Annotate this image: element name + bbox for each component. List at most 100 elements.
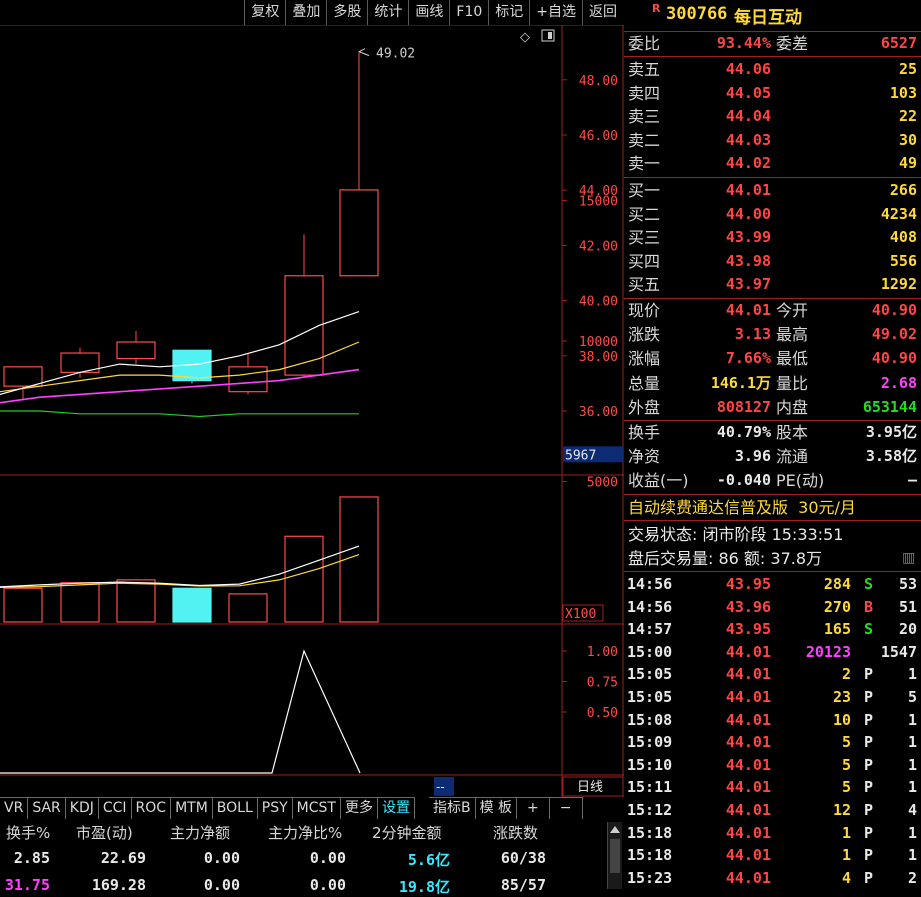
tick-count: 4: [907, 801, 917, 819]
kline-chart[interactable]: 48.0046.0044.0042.0040.0038.0036.00◇49.0…: [0, 25, 624, 797]
table-header[interactable]: 涨跌数: [493, 822, 538, 843]
panel-separator: [624, 571, 921, 572]
table-cell: 169.28: [91, 876, 146, 894]
weibi-row: 委比 93.44% 委差 6527: [624, 32, 921, 55]
sell-price[interactable]: 44.06: [726, 58, 771, 81]
tick-volume: 4: [841, 868, 851, 887]
volume-bar: [228, 593, 268, 623]
tick-count: 1: [907, 755, 917, 774]
table-cell: 60/38: [500, 849, 546, 867]
toolbar-btn-0[interactable]: 复权: [244, 0, 285, 25]
indicator-tab-2[interactable]: KDJ: [65, 797, 99, 819]
tick-time: 15:18: [627, 846, 673, 865]
tick-side: P: [864, 733, 874, 752]
tick-volume: 1: [841, 846, 851, 865]
indicator-tab-12[interactable]: 模 板: [475, 797, 518, 819]
fund-value-2: —: [907, 471, 917, 489]
tick-row: 15:23 44.01 4 P 2: [624, 867, 921, 890]
price-tick-label: 40.00: [579, 295, 618, 310]
sell-level-label: 卖四: [628, 83, 661, 103]
indicator-tab-3[interactable]: CCI: [98, 797, 132, 819]
buy-price[interactable]: 43.98: [726, 250, 771, 273]
stock-header: R 300766 每日互动: [624, 0, 921, 30]
tick-time: 15:08: [627, 710, 673, 729]
toolbar-btn-4[interactable]: 画线: [408, 0, 449, 25]
buy-level-row: 买一 44.01 266: [624, 179, 921, 202]
tick-side: P: [864, 846, 874, 865]
indicator-tab-10[interactable]: 设置: [377, 797, 415, 819]
tick-count: 1: [907, 846, 917, 865]
toolbar-btn-2[interactable]: 多股: [326, 0, 367, 25]
buy-level-label: 买三: [628, 228, 661, 247]
buy-volume: 408: [889, 228, 917, 246]
indicator-tab-8[interactable]: MCST: [292, 797, 341, 819]
table-header[interactable]: 主力净比%: [268, 822, 342, 843]
tick-row: 15:10 44.01 5 P 1: [624, 754, 921, 777]
tick-count: 1: [907, 665, 917, 684]
toolbar-btn-8[interactable]: 返回: [582, 0, 623, 25]
indicator-tab-14[interactable]: −: [549, 797, 583, 819]
volume-bar: [284, 535, 324, 623]
buy-price[interactable]: 43.97: [726, 273, 771, 296]
promo-text[interactable]: 自动续费通达信普及版 30元/月: [628, 496, 856, 519]
toolbar-btn-1[interactable]: 叠加: [285, 0, 326, 25]
buy-price[interactable]: 44.00: [726, 203, 771, 226]
buy-price[interactable]: 44.01: [726, 179, 771, 202]
chart-icon[interactable]: ▥: [902, 548, 915, 568]
after-hours-volume: 盘后交易量: 86 额: 37.8万: [628, 549, 823, 568]
toolbar-btn-7[interactable]: +自选: [529, 0, 582, 25]
tick-price: 44.01: [725, 778, 771, 797]
diamond-icon[interactable]: ◇: [520, 30, 530, 45]
after-hours-row: 盘后交易量: 86 额: 37.8万 ▥: [624, 547, 921, 570]
sell-price[interactable]: 44.05: [726, 82, 771, 105]
table-header[interactable]: 2分钟金额: [372, 822, 442, 843]
indicator-tab-0[interactable]: VR: [0, 797, 29, 819]
weicha-label: 委差: [776, 34, 809, 53]
indicator-tab-9[interactable]: 更多: [340, 797, 378, 819]
tick-time: 14:56: [627, 575, 673, 593]
fund-label-2: 股本: [776, 423, 809, 442]
price-tick-label: 36.00: [579, 405, 618, 420]
tick-side: P: [864, 688, 874, 706]
sell-price[interactable]: 44.03: [726, 129, 771, 152]
indicator-tab-5[interactable]: MTM: [171, 797, 213, 819]
indicator-tab-11[interactable]: 指标B: [428, 797, 476, 819]
panel-separator: [624, 177, 921, 178]
volume-tick-label: 15000: [579, 195, 618, 210]
tick-time: 15:23: [627, 868, 673, 887]
toolbar-btn-5[interactable]: F10: [449, 0, 488, 25]
toolbar-btn-6[interactable]: 标记: [488, 0, 529, 25]
price-tick-label: 48.00: [579, 74, 618, 89]
toolbar-btn-3[interactable]: 统计: [367, 0, 408, 25]
promo-row[interactable]: 自动续费通达信普及版 30元/月: [624, 496, 921, 519]
fund-label-2: PE(动): [776, 471, 825, 490]
table-header[interactable]: 市盈(动): [76, 822, 133, 843]
indicator-tab-13[interactable]: +: [517, 797, 550, 819]
tick-row: 15:08 44.01 10 P 1: [624, 709, 921, 732]
table-header[interactable]: 换手%: [6, 822, 50, 843]
scroll-up-icon[interactable]: [610, 826, 620, 833]
sell-price[interactable]: 44.02: [726, 152, 771, 175]
quote-value: 7.66%: [725, 349, 771, 368]
sell-level-row: 卖二 44.03 30: [624, 129, 921, 152]
indicator-tick-label: 0.50: [587, 706, 618, 721]
high-marker: [358, 48, 370, 57]
tick-volume: 23: [832, 688, 851, 706]
candle-body: [228, 366, 268, 393]
scroll-thumb[interactable]: [610, 839, 620, 873]
stock-name: 每日互动: [734, 8, 802, 28]
tick-volume: 20123: [805, 642, 851, 661]
indicator-tab-6[interactable]: BOLL: [212, 797, 258, 819]
tick-count: 1: [907, 710, 917, 729]
fund-label: 净资: [628, 447, 661, 466]
indicator-tab-1[interactable]: SAR: [28, 797, 66, 819]
tick-price: 44.01: [725, 846, 771, 865]
buy-level-row: 买三 43.99 408: [624, 226, 921, 249]
buy-level-label: 买二: [628, 204, 661, 224]
buy-price[interactable]: 43.99: [726, 226, 771, 249]
indicator-tab-7[interactable]: PSY: [257, 797, 293, 819]
table-header[interactable]: 主力净额: [170, 822, 230, 843]
sell-price[interactable]: 44.04: [726, 105, 771, 128]
table-scrollbar[interactable]: [607, 822, 622, 889]
indicator-tab-4[interactable]: ROC: [131, 797, 172, 819]
